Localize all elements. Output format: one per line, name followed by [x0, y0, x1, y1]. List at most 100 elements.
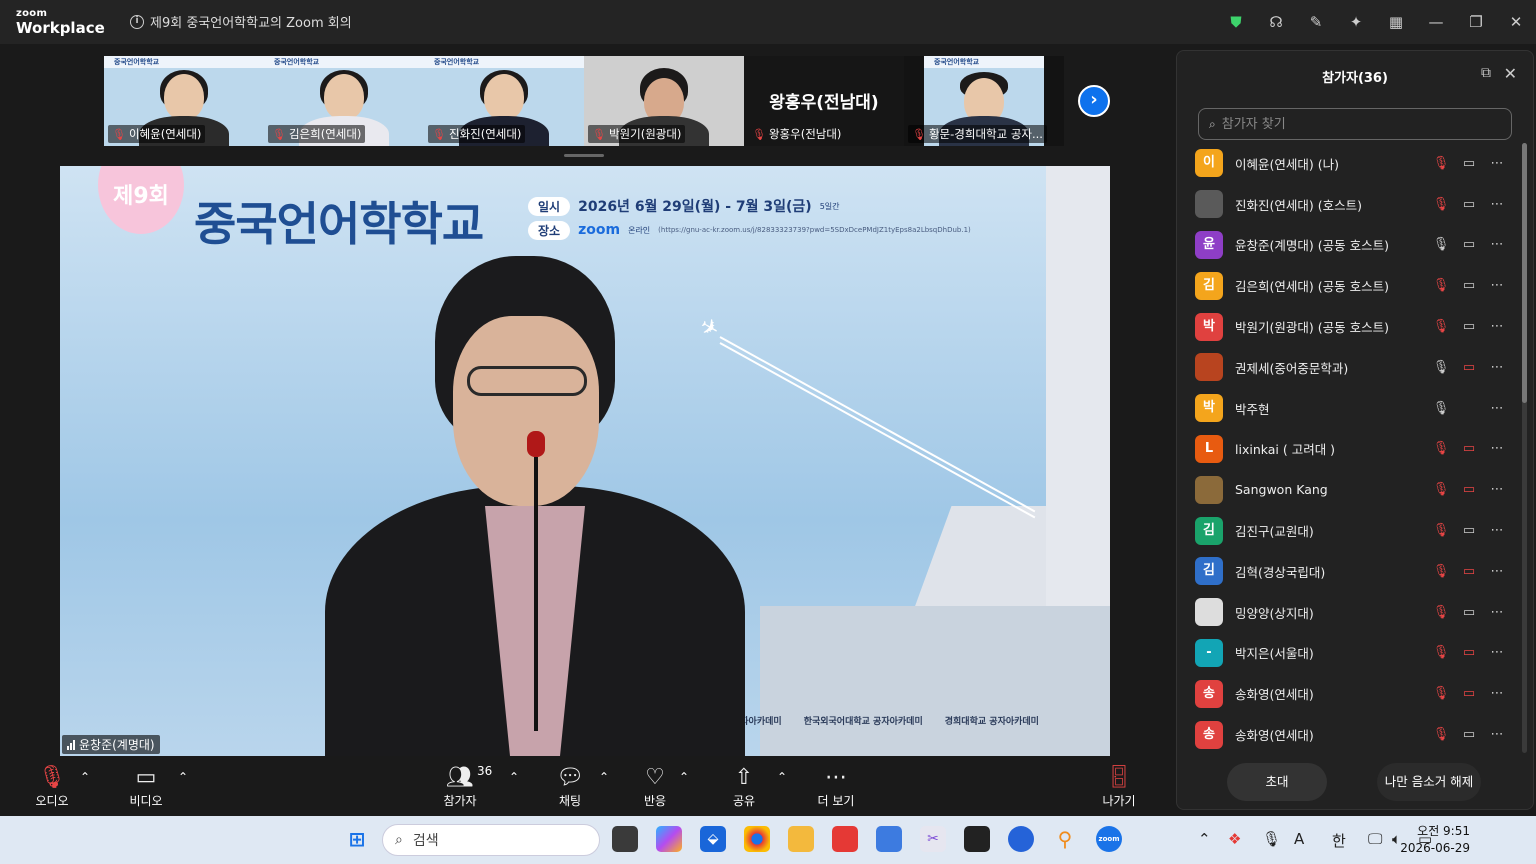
share-button[interactable]: ⇧ 공유 [726, 764, 762, 809]
participant-row[interactable]: 송 송화영(연세대) 🎙︎ ▭ ⋯ [1195, 673, 1511, 714]
more-options-icon[interactable]: ⋯ [1483, 523, 1511, 538]
react-button[interactable]: ♡ 반응 [637, 764, 673, 809]
tray-app-icon[interactable]: ❖ [1228, 830, 1241, 848]
more-options-icon[interactable]: ⋯ [1483, 360, 1511, 375]
mic-muted-icon[interactable]: 🎙︎ [1427, 605, 1455, 620]
mic-icon[interactable]: 🎙︎ [1427, 237, 1455, 252]
search-app-icon[interactable]: ⚲ [1052, 826, 1078, 852]
video-tile[interactable]: 중국언어학학교 🎙︎ 황문-경희대학교 공자... [904, 56, 1064, 146]
ime-indicator[interactable]: 한 [1332, 830, 1346, 851]
more-options-icon[interactable]: ⋯ [1483, 197, 1511, 212]
more-options-icon[interactable]: ⋯ [1483, 319, 1511, 334]
more-options-icon[interactable]: ⋯ [1483, 564, 1511, 579]
notepad-icon[interactable] [876, 826, 902, 852]
more-options-icon[interactable]: ⋯ [1483, 645, 1511, 660]
video-camera-icon[interactable]: ▭ [1455, 156, 1483, 171]
video-off-icon[interactable]: ▭ [1455, 441, 1483, 456]
chrome-icon[interactable] [744, 826, 770, 852]
minimize-icon[interactable]: — [1416, 13, 1456, 31]
video-camera-icon[interactable]: ▭ [1455, 319, 1483, 334]
chat-caret-icon[interactable]: ⌃ [599, 770, 609, 784]
video-camera-icon[interactable]: ▭ [1455, 278, 1483, 293]
pop-out-icon[interactable]: ⧉ [1481, 65, 1491, 81]
video-tile[interactable]: 중국언어학학교 🎙︎ 김은희(연세대) [264, 56, 424, 146]
mic-muted-icon[interactable]: 🎙︎ [1427, 319, 1455, 334]
mic-muted-icon[interactable]: 🎙︎ [1427, 686, 1455, 701]
mic-muted-icon[interactable]: 🎙︎ [1427, 645, 1455, 660]
participant-row[interactable]: 권제세(중어중문학과) 🎙︎ ▭ ⋯ [1195, 347, 1511, 388]
restore-icon[interactable]: ❐ [1456, 13, 1496, 31]
file-explorer-icon[interactable] [788, 826, 814, 852]
network-icon[interactable]: 🖵 [1368, 830, 1382, 848]
participant-row[interactable]: 김 김은희(연세대) (공동 호스트) 🎙︎ ▭ ⋯ [1195, 265, 1511, 306]
invite-button[interactable]: 초대 [1227, 763, 1327, 801]
share-caret-icon[interactable]: ⌃ [777, 770, 787, 784]
video-off-icon[interactable]: ▭ [1455, 482, 1483, 497]
acrobat-icon[interactable] [832, 826, 858, 852]
copilot-icon[interactable] [656, 826, 682, 852]
apps-grid-icon[interactable]: ▦ [1376, 13, 1416, 31]
participant-row[interactable]: 진화진(연세대) (호스트) 🎙︎ ▭ ⋯ [1195, 184, 1511, 225]
video-camera-icon[interactable]: ▭ [1455, 237, 1483, 252]
more-options-icon[interactable]: ⋯ [1483, 156, 1511, 171]
headset-icon[interactable]: ☊ [1256, 13, 1296, 31]
chat-button[interactable]: 💬︎ 채팅 [552, 764, 588, 809]
audio-button[interactable]: 🎙︎ 오디오 [32, 764, 72, 809]
more-options-icon[interactable]: ⋯ [1483, 401, 1511, 416]
app-icon[interactable] [1008, 826, 1034, 852]
mic-muted-icon[interactable]: 🎙︎ [1427, 523, 1455, 538]
participant-row[interactable]: 윤 윤창준(계명대) (공동 호스트) 🎙︎ ▭ ⋯ [1195, 225, 1511, 266]
video-camera-icon[interactable]: ▭ [1455, 727, 1483, 742]
more-options-icon[interactable]: ⋯ [1483, 278, 1511, 293]
video-camera-icon[interactable]: ▭ [1455, 605, 1483, 620]
more-options-icon[interactable]: ⋯ [1483, 482, 1511, 497]
mic-muted-icon[interactable]: 🎙︎ [1427, 278, 1455, 293]
participant-row[interactable]: 밍양양(상지대) 🎙︎ ▭ ⋯ [1195, 592, 1511, 633]
next-page-button[interactable]: › [1078, 85, 1110, 117]
active-speaker-video[interactable]: ✈ 제9회 중국언어학학교 일시 2026년 6월 29일(월) - 7월 3일… [60, 166, 1110, 756]
sticky-notes-icon[interactable] [964, 826, 990, 852]
video-off-icon[interactable]: ▭ [1455, 645, 1483, 660]
mic-muted-icon[interactable]: 🎙︎ [1427, 727, 1455, 742]
font-a-icon[interactable]: A [1294, 830, 1304, 848]
more-options-icon[interactable]: ⋯ [1483, 686, 1511, 701]
video-tile-no-video[interactable]: 왕홍우(전남대) 🎙︎ 왕홍우(전남대) [744, 56, 904, 146]
dropbox-icon[interactable]: ⬙ [700, 826, 726, 852]
mic-icon[interactable]: 🎙︎ [1427, 360, 1455, 375]
participant-row[interactable]: Llixinkai ( 고려대 ) 🎙︎ ▭ ⋯ [1195, 429, 1511, 470]
mic-icon[interactable]: 🎙︎ [1427, 401, 1455, 416]
shield-security-icon[interactable]: ⛊ [1216, 13, 1256, 31]
participant-list-scrollbar[interactable] [1522, 143, 1527, 753]
clock[interactable]: 오전 9:51 2026-06-29 [1400, 823, 1470, 857]
more-options-icon[interactable]: ⋯ [1483, 727, 1511, 742]
close-panel-icon[interactable]: ✕ [1504, 64, 1517, 83]
mic-muted-icon[interactable]: 🎙︎ [1427, 482, 1455, 497]
microphone-tray-icon[interactable]: 🎙︎ [1262, 830, 1281, 848]
participant-row[interactable]: Sangwon Kang 🎙︎ ▭ ⋯ [1195, 469, 1511, 510]
video-off-icon[interactable]: ▭ [1455, 564, 1483, 579]
video-camera-icon[interactable]: ▭ [1455, 197, 1483, 212]
zoom-app-icon[interactable]: zoom [1096, 826, 1122, 852]
more-options-icon[interactable]: ⋯ [1483, 441, 1511, 456]
mic-muted-icon[interactable]: 🎙︎ [1427, 156, 1455, 171]
mic-muted-icon[interactable]: 🎙︎ [1427, 197, 1455, 212]
ai-companion-icon[interactable]: ✦ [1336, 13, 1376, 31]
taskbar-search[interactable]: ⌕ 검색 [382, 824, 600, 856]
participant-row[interactable]: 김 김진구(교원대) 🎙︎ ▭ ⋯ [1195, 510, 1511, 551]
unmute-me-button[interactable]: 나만 음소거 해제 [1377, 763, 1481, 801]
video-off-icon[interactable]: ▭ [1455, 360, 1483, 375]
participant-row[interactable]: 이 이혜윤(연세대) (나) 🎙︎ ▭ ⋯ [1195, 143, 1511, 184]
video-camera-icon[interactable]: ▭ [1455, 523, 1483, 538]
video-tile[interactable]: 중국언어학학교 🎙︎ 이혜윤(연세대) [104, 56, 264, 146]
more-options-icon[interactable]: ⋯ [1483, 605, 1511, 620]
participant-row[interactable]: 박 박주현 🎙︎ ⋯ [1195, 388, 1511, 429]
video-tile[interactable]: 중국언어학학교 🎙︎ 진화진(연세대) [424, 56, 584, 146]
mic-muted-icon[interactable]: 🎙︎ [1427, 564, 1455, 579]
participants-caret-icon[interactable]: ⌃ [509, 770, 519, 784]
snipping-tool-icon[interactable]: ✂ [920, 826, 946, 852]
video-button[interactable]: ▭ 비디오 [124, 764, 168, 809]
participant-row[interactable]: 송 송화영(연세대) 🎙︎ ▭ ⋯ [1195, 714, 1511, 755]
react-caret-icon[interactable]: ⌃ [679, 770, 689, 784]
mic-muted-icon[interactable]: 🎙︎ [1427, 441, 1455, 456]
video-tile[interactable]: 🎙︎ 박원기(원광대) [584, 56, 744, 146]
